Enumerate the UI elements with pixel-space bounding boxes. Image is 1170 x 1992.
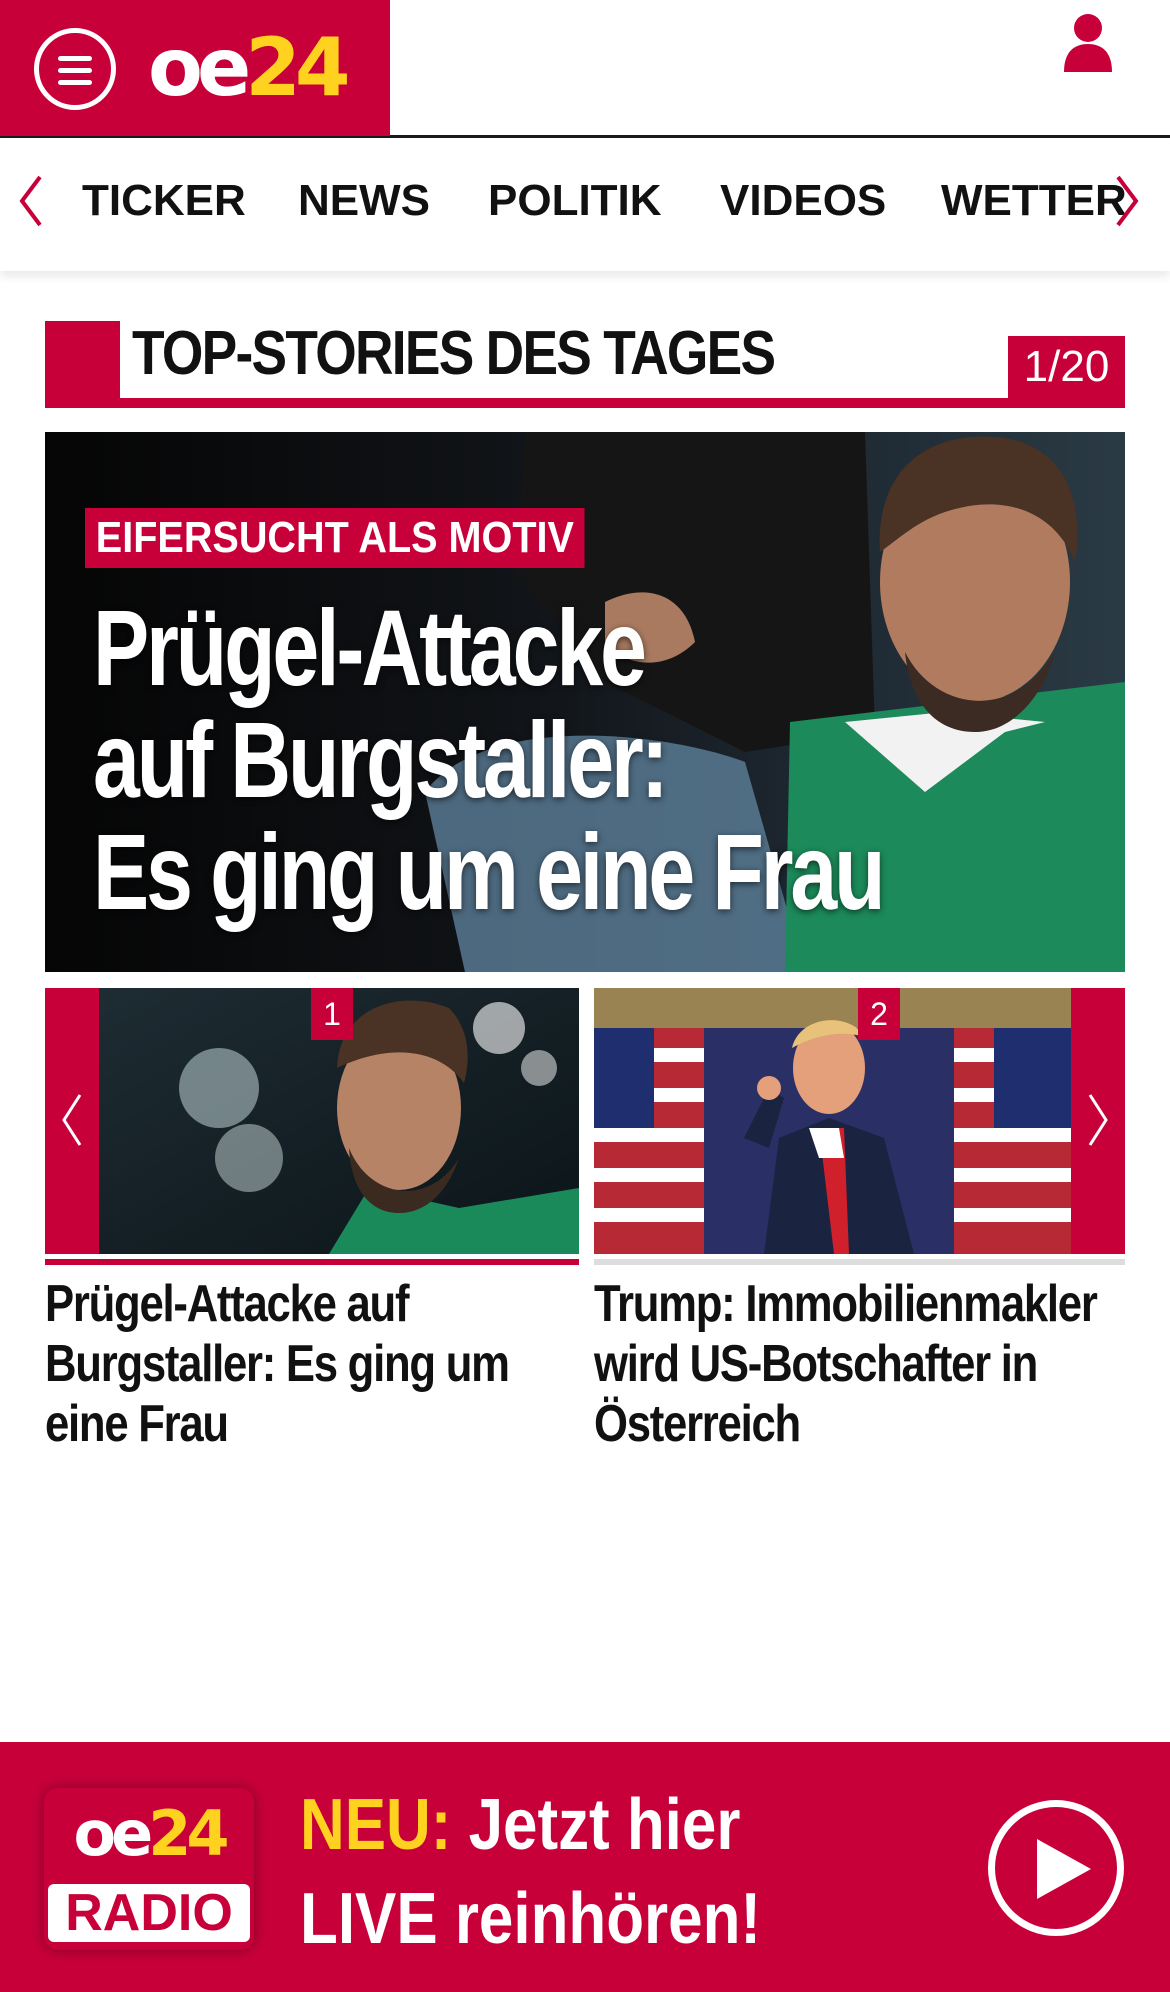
nav-prev-arrow-icon[interactable] [16, 173, 46, 229]
nav-item-politik[interactable]: POLITIK [488, 175, 662, 227]
section-title: TOP-STORIES DES TAGES [132, 319, 776, 388]
user-icon[interactable] [1062, 12, 1114, 72]
hero-title[interactable]: Prügel-Attacke auf Burgstaller: Es ging … [93, 592, 886, 928]
hero-story[interactable]: EIFERSUCHT ALS MOTIV Prügel-Attacke auf … [45, 432, 1125, 972]
chevron-right-icon [1088, 1094, 1108, 1146]
hamburger-menu-icon[interactable] [34, 28, 116, 110]
story-title-2[interactable]: Trump: Immobilienmakler wird US-Botschaf… [594, 1274, 1098, 1454]
radio-logo: oe24 RADIO [44, 1788, 254, 1950]
radio-promo-text[interactable]: NEU: Jetzt hier LIVE reinhören! [300, 1778, 761, 1966]
story-counter: 1/20 [1008, 336, 1125, 398]
story-badge-1: 1 [311, 988, 353, 1040]
story-badge-2: 2 [858, 988, 900, 1040]
play-icon [1037, 1839, 1091, 1899]
category-nav: TICKER NEWS POLITIK VIDEOS WETTER [0, 139, 1170, 271]
hero-kicker: EIFERSUCHT ALS MOTIV [85, 508, 585, 568]
brand-box: oe24 [0, 0, 390, 136]
radio-banner[interactable]: oe24 RADIO NEU: Jetzt hier LIVE reinhöre… [0, 1742, 1170, 1992]
chevron-left-icon [62, 1094, 82, 1146]
nav-item-ticker[interactable]: TICKER [82, 175, 246, 227]
carousel-next-button[interactable] [1071, 988, 1125, 1254]
carousel-indicator-active [45, 1259, 579, 1265]
play-button[interactable] [988, 1800, 1124, 1936]
radio-highlight: NEU: [300, 1785, 452, 1865]
section-underline [45, 398, 1125, 408]
thumbnail-image-2 [594, 988, 1071, 1254]
nav-item-news[interactable]: NEWS [298, 175, 430, 227]
site-logo[interactable]: oe24 [148, 24, 351, 112]
section-accent-block [45, 321, 120, 408]
nav-next-arrow-icon[interactable] [1112, 173, 1142, 229]
story-title-1[interactable]: Prügel-Attacke auf Burgstaller: Es ging … [45, 1274, 510, 1454]
nav-item-videos[interactable]: VIDEOS [720, 175, 886, 227]
site-header: oe24 [0, 0, 1170, 138]
nav-item-wetter[interactable]: WETTER [941, 175, 1127, 227]
carousel-indicator [594, 1259, 1125, 1265]
carousel-prev-button[interactable] [45, 988, 99, 1254]
story-thumbnail-2[interactable] [594, 988, 1071, 1254]
